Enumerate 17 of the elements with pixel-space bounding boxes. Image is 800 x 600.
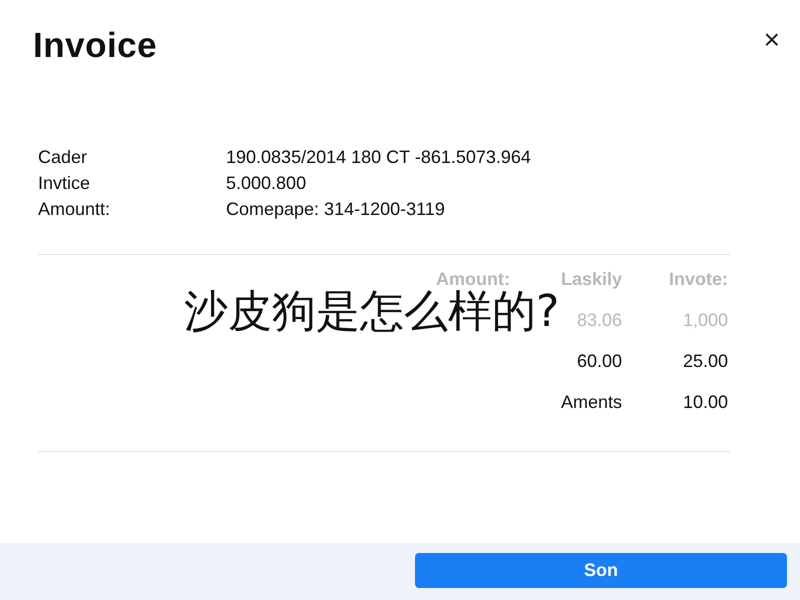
column-header: Invote: [668,269,728,290]
table-cell: Aments [560,392,622,413]
table-cell: 25.00 [682,351,728,372]
field-label: Cader [38,146,88,168]
dialog-title: Invoice [33,26,158,66]
table-cell: 83.06 [576,310,622,331]
column-header: Laskily [560,269,622,290]
table-cell: 1,000 [682,310,728,331]
field-value: Comepape: 314-1200-3119 [226,198,446,220]
field-label: Invtice [38,172,92,194]
close-button[interactable]: × [760,26,784,54]
field-value: 5.000.800 [226,172,308,194]
table-cell: 10.00 [682,392,728,413]
son-button[interactable]: Son [415,553,787,588]
table-cell: 60.00 [576,351,622,372]
field-label: Amountt: [38,198,112,220]
field-value: 190.0835/2014 180 CT -861.5073.964 [226,146,532,168]
